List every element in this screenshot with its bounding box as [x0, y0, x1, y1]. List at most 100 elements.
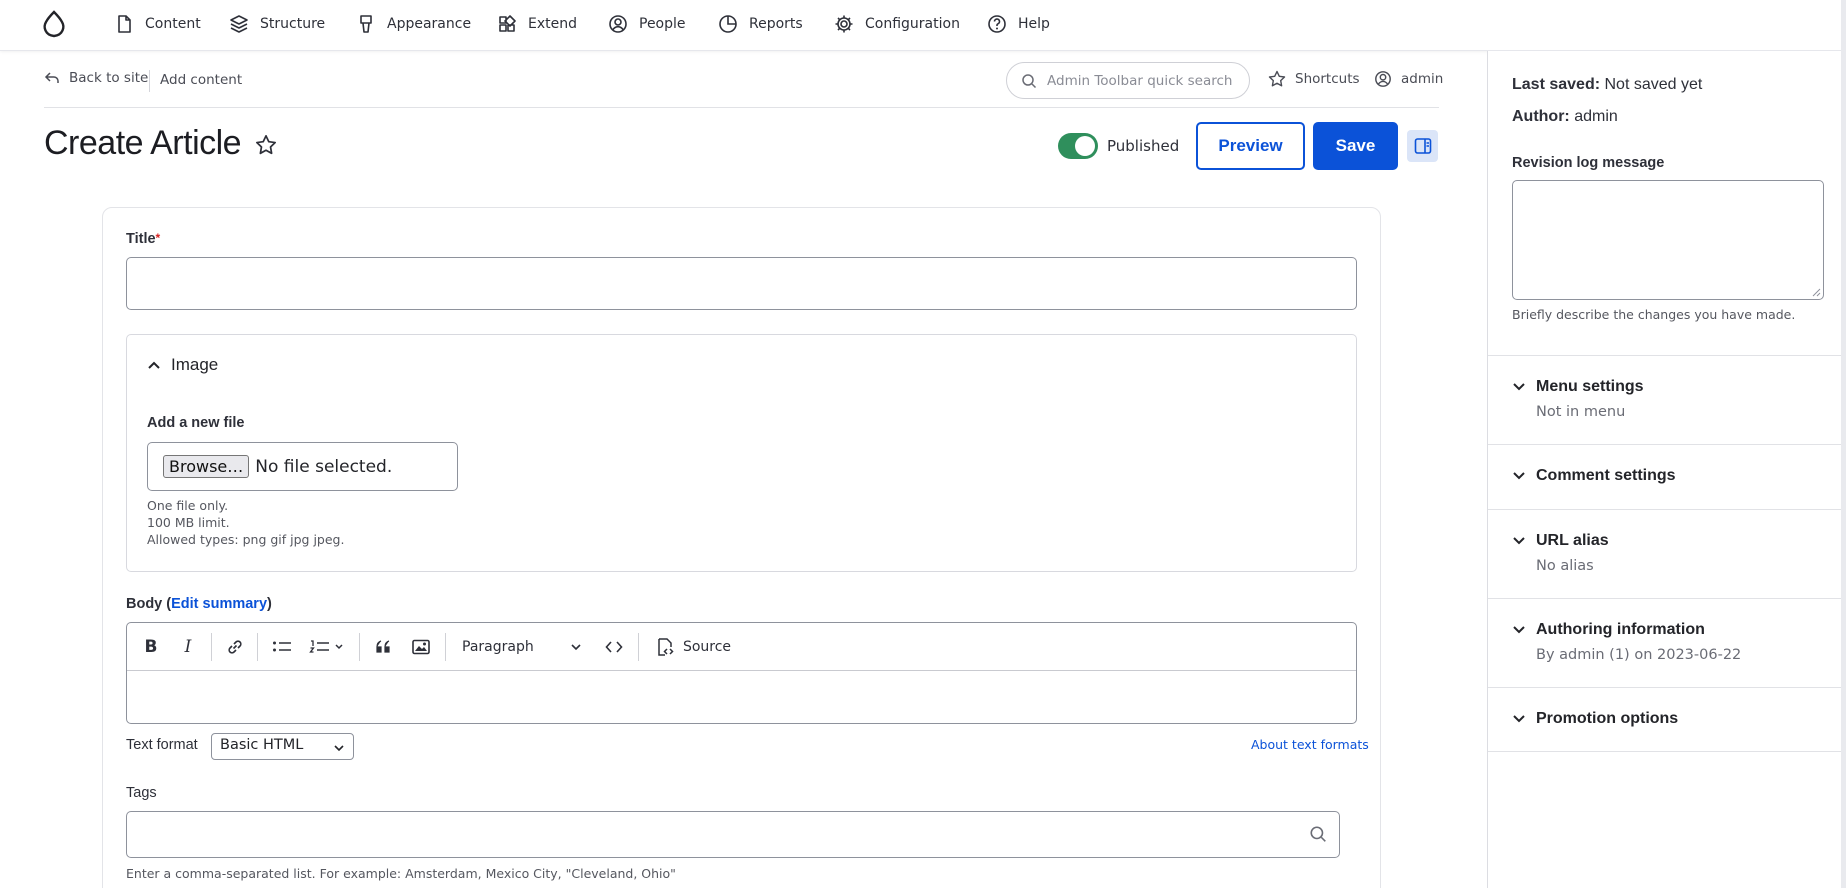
add-shortcut-star-icon[interactable] [255, 134, 277, 156]
star-icon [1268, 70, 1286, 88]
body-label: Body (Edit summary) [126, 596, 272, 612]
save-button[interactable]: Save [1313, 122, 1398, 170]
blockquote-icon[interactable] [373, 635, 395, 659]
authoring-information-section: Authoring information By admin (1) on 20… [1488, 598, 1846, 687]
source-label: Source [682, 639, 732, 655]
toolbar-separator [359, 633, 360, 661]
toolbar-item-label: Configuration [865, 16, 960, 32]
title-label: Title* [126, 231, 160, 247]
toolbar-item-reports[interactable]: Reports [718, 0, 803, 48]
about-text-formats-link[interactable]: About text formats [1251, 737, 1369, 752]
promotion-options-toggle[interactable]: Promotion options [1512, 710, 1678, 728]
file-help: One file only. 100 MB limit. Allowed typ… [147, 497, 344, 548]
page-title: Create Article [44, 124, 242, 162]
author: Author: admin [1512, 108, 1618, 126]
toolbar-item-structure[interactable]: Structure [229, 0, 325, 48]
user-menu[interactable]: admin [1374, 70, 1443, 88]
published-toggle[interactable] [1058, 133, 1098, 159]
section-summary: By admin (1) on 2023-06-22 [1536, 647, 1742, 663]
promotion-options-section: Promotion options [1488, 687, 1846, 752]
page-scrollbar[interactable] [1841, 0, 1846, 888]
text-format-label: Text format [126, 737, 198, 753]
paragraph-format-dropdown[interactable]: Paragraph [462, 635, 582, 659]
body-editable-area[interactable] [127, 671, 1356, 723]
section-summary: No alias [1536, 558, 1594, 574]
toolbar-item-label: Structure [260, 16, 326, 32]
file-upload-field[interactable]: Browse… No file selected. [147, 442, 458, 491]
file-help-line: 100 MB limit. [147, 515, 230, 530]
image-summary-label: Image [171, 355, 219, 374]
insert-image-icon[interactable] [410, 635, 432, 659]
layers-icon [229, 14, 249, 34]
section-summary: Not in menu [1536, 404, 1626, 420]
section-title: Comment settings [1536, 467, 1676, 484]
link-icon[interactable] [224, 635, 246, 659]
italic-icon[interactable]: I [178, 635, 198, 659]
last-saved-label: Last saved: [1512, 76, 1601, 93]
tags-label: Tags [126, 785, 157, 801]
resize-handle-icon[interactable] [1811, 287, 1821, 297]
toggle-sidebar-button[interactable] [1407, 130, 1438, 162]
toolbar-item-configuration[interactable]: Configuration [834, 0, 960, 48]
source-button[interactable]: Source [655, 635, 731, 659]
toolbar-item-label: People [639, 16, 686, 32]
back-to-site-link[interactable]: Back to site [44, 70, 148, 86]
numbered-list-icon[interactable] [309, 635, 345, 659]
toolbar-search-input[interactable]: Admin Toolbar quick search [1006, 62, 1250, 99]
preview-button[interactable]: Preview [1196, 122, 1305, 170]
toolbar-item-label: Help [1018, 16, 1050, 32]
image-details-summary[interactable]: Image [147, 355, 218, 375]
toolbar-item-help[interactable]: Help [987, 0, 1050, 48]
source-icon [655, 637, 675, 657]
sidebar-panel-icon [1414, 137, 1432, 155]
toolbar-item-label: Appearance [387, 16, 472, 32]
author-value: admin [1574, 108, 1618, 125]
user-label: admin [1401, 71, 1444, 87]
menu-settings-section: Menu settings Not in menu [1488, 355, 1846, 444]
title-input[interactable] [126, 257, 1357, 310]
last-saved-value: Not saved yet [1604, 76, 1703, 93]
revision-help: Briefly describe the changes you have ma… [1512, 307, 1796, 322]
chevron-down-icon [1512, 380, 1526, 394]
authoring-information-toggle[interactable]: Authoring information [1512, 621, 1705, 639]
shortcuts-label: Shortcuts [1295, 71, 1360, 87]
section-title: Authoring information [1536, 621, 1705, 638]
browse-button[interactable]: Browse… [163, 455, 250, 478]
search-placeholder: Admin Toolbar quick search [1047, 72, 1233, 89]
tags-help: Enter a comma-separated list. For exampl… [126, 866, 676, 881]
section-title: Menu settings [1536, 378, 1644, 395]
bulleted-list-icon[interactable] [271, 635, 293, 659]
menu-settings-toggle[interactable]: Menu settings [1512, 378, 1644, 396]
toolbar-item-people[interactable]: People [608, 0, 686, 48]
shortcuts-link[interactable]: Shortcuts [1268, 70, 1360, 88]
question-icon [987, 14, 1007, 34]
editor-toolbar: B I Paragraph Source [127, 623, 1356, 671]
body-label-suffix: ) [267, 596, 272, 612]
chevron-down-icon [570, 641, 582, 653]
revision-log-textarea[interactable] [1512, 180, 1824, 300]
pie-chart-icon [718, 14, 738, 34]
comment-settings-toggle[interactable]: Comment settings [1512, 467, 1676, 485]
text-format-select[interactable]: Basic HTML [211, 733, 354, 760]
toolbar-item-content[interactable]: Content [114, 0, 201, 48]
tags-autocomplete-input[interactable] [126, 811, 1340, 858]
bold-icon[interactable]: B [141, 635, 161, 659]
chevron-down-icon [1512, 712, 1526, 726]
edit-summary-link[interactable]: Edit summary [171, 596, 267, 612]
image-details: Image Add a new file Browse… No file sel… [126, 334, 1357, 572]
toolbar-item-appearance[interactable]: Appearance [356, 0, 471, 48]
title-label-text: Title [126, 231, 156, 247]
meta-sidebar: Last saved: Not saved yet Author: admin … [1487, 51, 1846, 888]
required-marker: * [155, 231, 161, 245]
url-alias-toggle[interactable]: URL alias [1512, 532, 1609, 550]
toolbar-item-label: Extend [528, 16, 577, 32]
admin-toolbar: Content Structure Appearance Extend Peop… [0, 0, 1846, 51]
last-saved: Last saved: Not saved yet [1512, 76, 1702, 94]
code-icon[interactable] [603, 635, 625, 659]
brush-icon [356, 14, 376, 34]
add-file-label: Add a new file [147, 415, 245, 431]
puzzle-icon [497, 14, 517, 34]
drupal-logo-icon[interactable] [40, 10, 68, 40]
toolbar-item-extend[interactable]: Extend [497, 0, 577, 48]
chevron-down-icon [1512, 623, 1526, 637]
